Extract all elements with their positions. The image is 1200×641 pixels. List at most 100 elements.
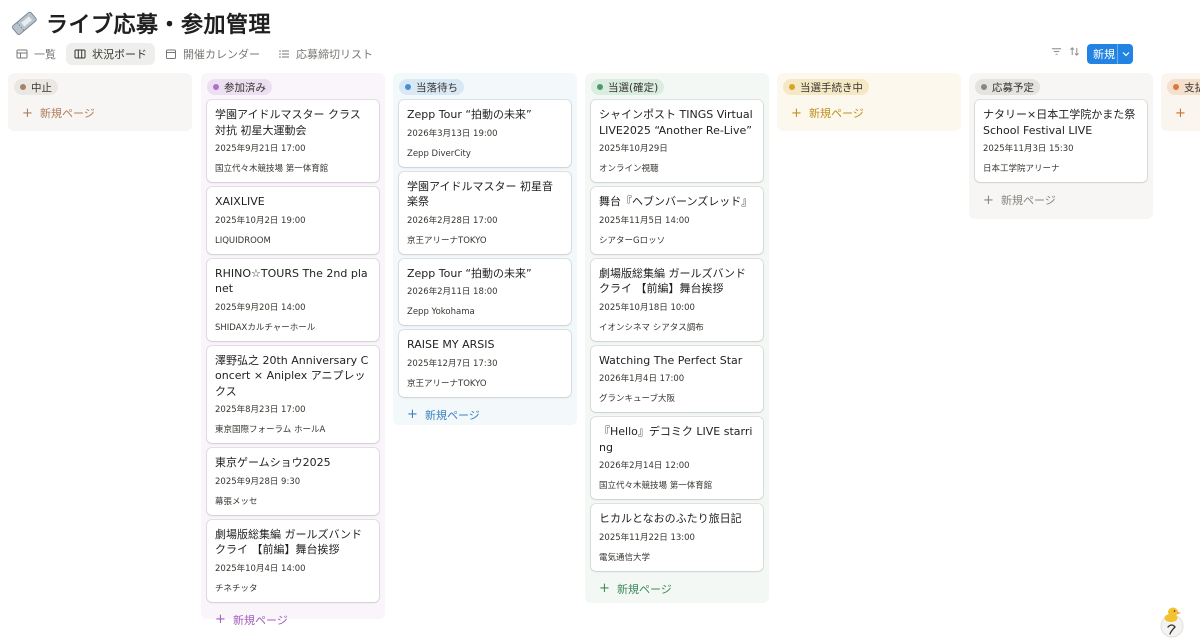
- tab-list[interactable]: 一覧: [8, 43, 64, 65]
- card-date: 2026年2月28日 17:00: [407, 215, 498, 226]
- status-pill[interactable]: 参加済み: [207, 79, 272, 95]
- event-card[interactable]: RAISE MY ARSIS 2025年12月7日 17:30 京王アリーナTO…: [399, 330, 571, 397]
- calendar-icon: [165, 48, 177, 60]
- status-label: 当選手続き中: [800, 81, 863, 94]
- card-date: 2025年8月23日 17:00: [215, 405, 306, 415]
- event-card[interactable]: 『Hello』デコミク LIVE starring 2026年2月14日 12:…: [591, 417, 763, 499]
- new-page-button[interactable]: +: [1167, 100, 1200, 126]
- plus-icon: +: [791, 105, 802, 121]
- column-header: 当選手続き中: [783, 78, 955, 96]
- event-card[interactable]: 澤野弘之 20th Anniversary Concert × Aniplex …: [207, 345, 379, 443]
- status-pill[interactable]: 当選手続き中: [783, 79, 869, 95]
- event-card[interactable]: ナタリー×日本工学院かまた祭 School Festival LIVE 2025…: [975, 100, 1147, 182]
- status-label: 中止: [31, 81, 52, 94]
- new-button[interactable]: 新規: [1087, 44, 1133, 64]
- new-page-button[interactable]: + 新規ページ: [207, 607, 379, 633]
- new-page-button[interactable]: + 新規ページ: [14, 100, 186, 126]
- status-pill[interactable]: 当選(確定): [591, 79, 665, 95]
- status-dot: [597, 84, 603, 90]
- event-card[interactable]: 学園アイドルマスター クラス対抗 初星大運動会 2025年9月21日 17:00…: [207, 100, 379, 182]
- status-pill[interactable]: 応募予定: [975, 79, 1040, 95]
- card-title: 劇場版総集編 ガールズバンドクライ 【前編】舞台挨拶: [599, 266, 747, 296]
- card-venue: 東京国際フォーラム ホールA: [215, 425, 326, 435]
- event-card[interactable]: RHINO☆TOURS The 2nd planet 2025年9月20日 14…: [207, 258, 379, 341]
- new-page-button[interactable]: + 新規ページ: [591, 576, 763, 602]
- card-venue: 国立代々木競技場 第一体育館: [215, 164, 329, 174]
- plus-icon: +: [407, 407, 418, 422]
- card-venue: 国立代々木競技場 第一体育館: [599, 481, 713, 491]
- status-board: 中止 + 新規ページ 参加済み 学園アイドルマスター クラス対抗 初星大運動会 …: [8, 73, 1200, 641]
- chevron-down-icon[interactable]: [1117, 44, 1133, 64]
- event-card[interactable]: Zepp Tour “拍動の未来” 2026年2月11日 18:00 Zepp …: [399, 258, 571, 325]
- card-date: 2026年3月13日 19:00: [407, 128, 498, 139]
- event-card[interactable]: 舞台『ヘブンバーンズレッド』 2025年11月5日 14:00 シアターGロッソ: [591, 187, 763, 254]
- filter-icon[interactable]: [1050, 44, 1062, 58]
- card-date: 2025年12月7日 17:30: [407, 358, 498, 369]
- card-title: 澤野弘之 20th Anniversary Concert × Aniplex …: [215, 353, 369, 398]
- status-dot: [981, 84, 987, 90]
- plus-icon: +: [215, 612, 226, 627]
- column-procedure: 当選手続き中 + 新規ページ: [777, 73, 961, 131]
- card-title: Zepp Tour “拍動の未来”: [407, 266, 532, 280]
- tab-deadline-list[interactable]: 応募締切リスト: [270, 43, 381, 65]
- new-page-label: 新規ページ: [233, 613, 288, 627]
- card-venue: SHIDAXカルチャーホール: [215, 322, 316, 333]
- column-waiting: 当落待ち Zepp Tour “拍動の未来” 2026年3月13日 19:00 …: [393, 73, 577, 425]
- status-dot: [213, 84, 219, 90]
- status-pill[interactable]: 支払: [1167, 79, 1200, 95]
- card-date: 2025年10月4日 14:00: [215, 563, 306, 574]
- new-page-button[interactable]: + 新規ページ: [399, 402, 571, 428]
- event-card[interactable]: 劇場版総集編 ガールズバンドクライ 【前編】舞台挨拶 2025年10月4日 14…: [207, 519, 379, 602]
- card-venue: 電気通信大学: [599, 552, 651, 563]
- tab-calendar[interactable]: 開催カレンダー: [157, 43, 268, 65]
- column-payment: 支払 +: [1161, 73, 1200, 131]
- new-page-label: 新規ページ: [40, 107, 95, 120]
- new-page-button[interactable]: + 新規ページ: [975, 187, 1147, 213]
- card-venue: グランキューブ大阪: [599, 394, 675, 404]
- ticket-icon[interactable]: [10, 9, 38, 37]
- card-date: 2025年9月20日 14:00: [215, 302, 306, 313]
- plus-icon: +: [1175, 105, 1186, 121]
- card-title: シャインポスト TINGS Virtual LIVE2025 “Another …: [599, 108, 753, 137]
- event-card[interactable]: 劇場版総集編 ガールズバンドクライ 【前編】舞台挨拶 2025年10月18日 1…: [591, 258, 763, 341]
- card-title: 『Hello』デコミク LIVE starring: [599, 425, 753, 454]
- status-pill[interactable]: 中止: [14, 79, 58, 95]
- event-card[interactable]: 学園アイドルマスター 初星音楽祭 2026年2月28日 17:00 京王アリーナ…: [399, 171, 571, 254]
- event-card[interactable]: シャインポスト TINGS Virtual LIVE2025 “Another …: [591, 100, 763, 182]
- tab-label: 状況ボード: [92, 48, 147, 61]
- card-date: 2025年10月18日 10:00: [599, 302, 695, 313]
- column-header: 当選(確定): [591, 78, 763, 96]
- event-card[interactable]: Zepp Tour “拍動の未来” 2026年3月13日 19:00 Zepp …: [399, 100, 571, 167]
- status-label: 当選(確定): [608, 81, 659, 94]
- card-date: 2025年11月5日 14:00: [599, 215, 690, 226]
- sort-icon[interactable]: [1068, 44, 1080, 58]
- event-card[interactable]: ヒカルとなおのふたり旅日記 2025年11月22日 13:00 電気通信大学: [591, 504, 763, 571]
- new-page-button[interactable]: + 新規ページ: [783, 100, 955, 126]
- tab-label: 開催カレンダー: [183, 48, 260, 61]
- plus-icon: +: [22, 105, 33, 121]
- card-title: Zepp Tour “拍動の未来”: [407, 108, 532, 121]
- column-header: 当落待ち: [399, 78, 571, 96]
- column-joined: 参加済み 学園アイドルマスター クラス対抗 初星大運動会 2025年9月21日 …: [201, 73, 385, 627]
- event-card[interactable]: XAIXLIVE 2025年10月2日 19:00 LIQUIDROOM: [207, 187, 379, 254]
- title-row: ライブ応募・参加管理: [10, 6, 271, 40]
- card-venue: 日本工学院アリーナ: [983, 164, 1060, 174]
- column-cancel: 中止 + 新規ページ: [8, 73, 192, 131]
- table-icon: [16, 48, 28, 60]
- tab-label: 一覧: [34, 48, 56, 61]
- new-page-label: 新規ページ: [1001, 194, 1056, 207]
- column-won: 当選(確定) シャインポスト TINGS Virtual LIVE2025 “A…: [585, 73, 769, 603]
- assistant-duck-icon[interactable]: [1158, 604, 1186, 638]
- card-title: 東京ゲームショウ2025: [215, 456, 331, 469]
- column-planned: 応募予定 ナタリー×日本工学院かまた祭 School Festival LIVE…: [969, 73, 1153, 219]
- status-pill[interactable]: 当落待ち: [399, 79, 464, 95]
- card-date: 2025年11月22日 13:00: [599, 532, 695, 543]
- card-title: ヒカルとなおのふたり旅日記: [599, 512, 742, 525]
- view-tabs: 一覧 状況ボード 開催カレンダー 応募締切リスト: [8, 43, 1200, 65]
- plus-icon: +: [983, 192, 994, 208]
- event-card[interactable]: Watching The Perfect Star 2026年1月4日 17:0…: [591, 345, 763, 412]
- event-card[interactable]: 東京ゲームショウ2025 2025年9月28日 9:30 幕張メッセ: [207, 448, 379, 515]
- status-dot: [1173, 84, 1179, 90]
- status-label: 支払: [1184, 81, 1200, 94]
- tab-board[interactable]: 状況ボード: [66, 43, 155, 65]
